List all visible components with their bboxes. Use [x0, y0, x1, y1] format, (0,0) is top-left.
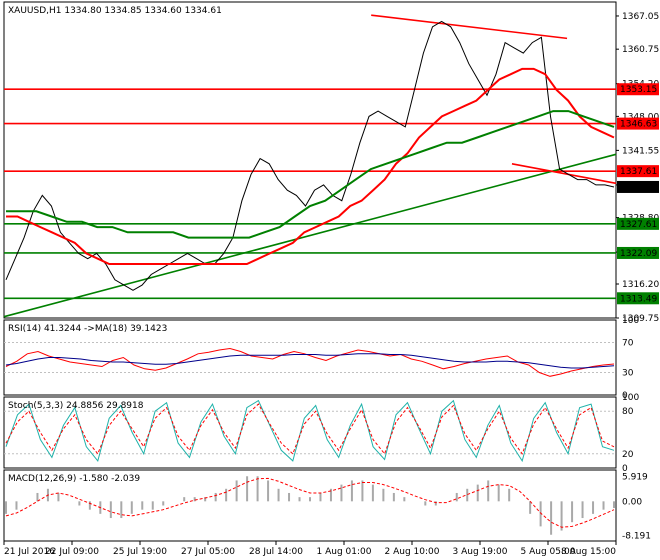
chart-window: 1367.051360.751354.201348.001341.551335.… — [0, 0, 660, 560]
level-label: 1322.09 — [620, 249, 657, 259]
macd-title: MACD(12,26,9) -1.580 -2.039 — [8, 474, 140, 484]
trendline — [511, 163, 617, 185]
price-series-ma-slow — [6, 110, 615, 239]
x-tick-label: 27 Jul 05:00 — [181, 547, 235, 557]
macd-ytick-label: 5.919 — [622, 473, 648, 483]
level-label: 1337.61 — [620, 167, 657, 177]
trendline — [3, 153, 617, 318]
level-label: 1313.49 — [620, 294, 657, 304]
current-price-label: 1334.61 — [620, 183, 657, 193]
x-tick-label: 8 Aug 15:00 — [561, 547, 616, 557]
price-title: XAUUSD,H1 1334.80 1334.85 1334.60 1334.6… — [8, 6, 222, 16]
price-ytick-label: 1367.05 — [622, 12, 659, 22]
rsi-ytick-label: 100 — [622, 316, 639, 326]
stoch-title: Stoch(5,3,3) 24.8856 29.8918 — [8, 401, 144, 411]
level-label: 1346.63 — [620, 120, 657, 130]
x-tick-label: 22 Jul 09:00 — [45, 547, 99, 557]
x-tick-label: 28 Jul 14:00 — [249, 547, 303, 557]
level-label: 1353.15 — [620, 85, 657, 95]
rsi-title: RSI(14) 41.3244 ->MA(18) 39.1423 — [8, 324, 167, 334]
level-label: 1327.61 — [620, 220, 657, 230]
trendline — [371, 14, 568, 40]
stoch-ytick-label: 20 — [622, 450, 634, 460]
macd-ytick-label: -8.191 — [622, 532, 651, 542]
panel-frame-price — [3, 1, 617, 319]
price-ytick-label: 1360.75 — [622, 45, 659, 55]
price-ytick-label: 1316.20 — [622, 280, 659, 290]
x-tick-label: 1 Aug 01:00 — [317, 547, 372, 557]
rsi-ytick-label: 30 — [622, 369, 634, 379]
price-ytick-label: 1341.55 — [622, 146, 659, 156]
price-series-close — [5, 20, 615, 291]
stoch-ytick-label: 100 — [622, 393, 639, 403]
chart-canvas: 1367.051360.751354.201348.001341.551335.… — [3, 1, 659, 557]
x-tick-label: 25 Jul 19:00 — [113, 547, 167, 557]
x-tick-label: 2 Aug 10:00 — [385, 547, 440, 557]
rsi-ytick-label: 70 — [622, 339, 634, 349]
macd-ytick-label: 0.00 — [622, 497, 642, 507]
macd-signal-line — [5, 477, 615, 528]
x-tick-label: 3 Aug 19:00 — [453, 547, 508, 557]
stoch-ytick-label: 80 — [622, 407, 634, 417]
